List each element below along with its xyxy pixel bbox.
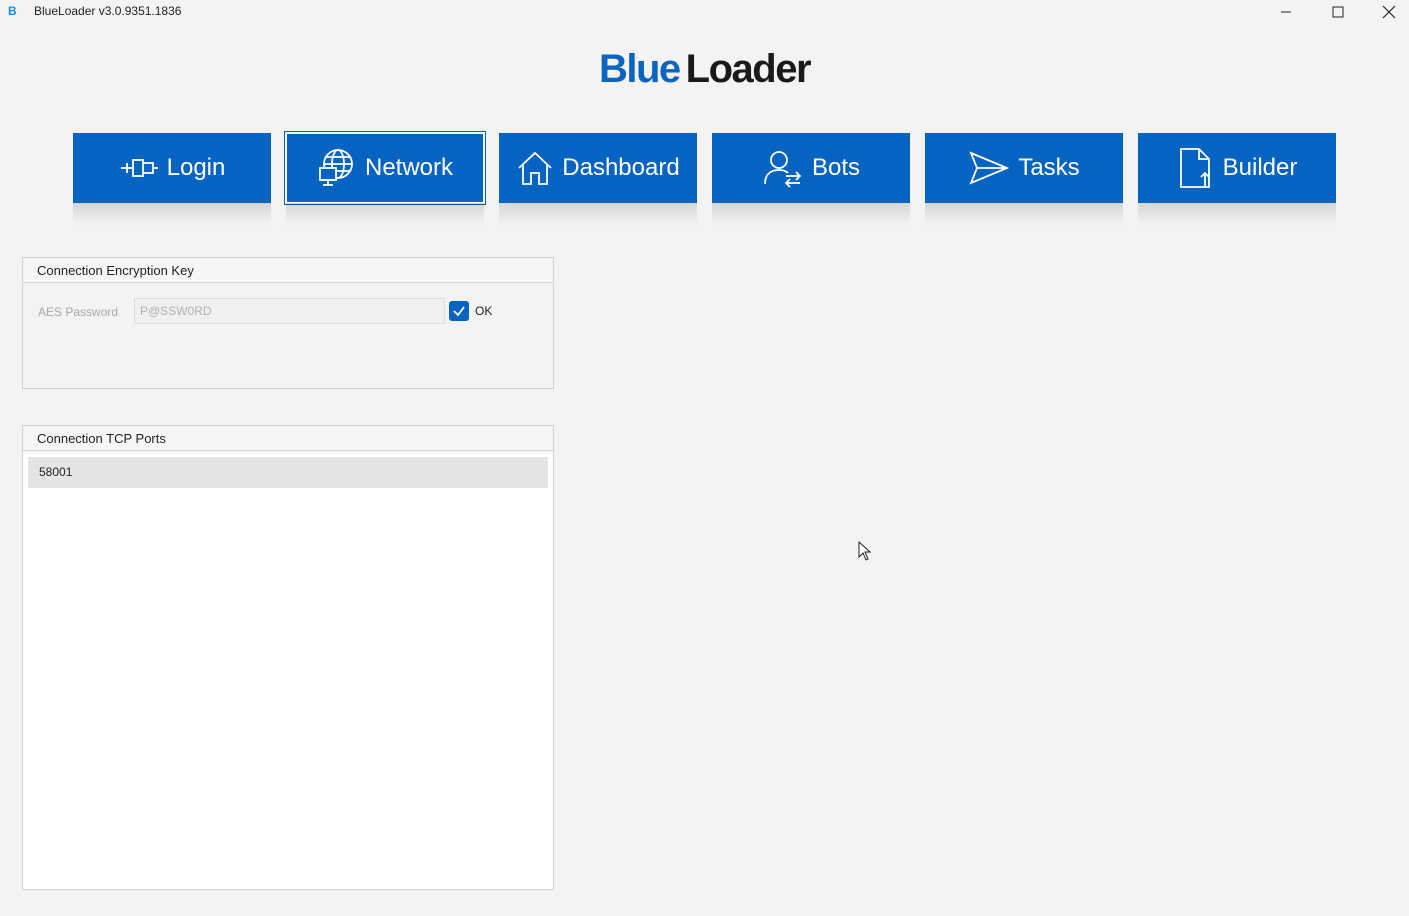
checkmark-icon xyxy=(453,306,465,317)
encryption-group-header: Connection Encryption Key xyxy=(23,258,553,283)
mouse-cursor-icon xyxy=(858,541,872,561)
nav-tasks-button[interactable]: Tasks xyxy=(925,133,1123,225)
user-swap-icon xyxy=(764,151,802,188)
aes-password-input[interactable]: P@SSW0RD xyxy=(134,298,445,324)
tcp-ports-list[interactable]: 58001 xyxy=(23,452,553,889)
tcp-ports-group-header: Connection TCP Ports xyxy=(23,426,553,451)
nav-builder-button[interactable]: Builder xyxy=(1138,133,1336,225)
nav-builder-label: Builder xyxy=(1222,154,1298,181)
close-icon xyxy=(1382,5,1396,19)
list-item[interactable]: 58001 xyxy=(28,457,548,488)
logo-dark-text: Loader xyxy=(685,47,812,91)
nav-network-label: Network xyxy=(364,154,454,181)
encryption-group: Connection Encryption Key AES Password P… xyxy=(22,257,554,389)
tcp-ports-group: Connection TCP Ports 58001 xyxy=(22,425,554,890)
window-title: BlueLoader v3.0.9351.1836 xyxy=(34,4,182,18)
globe-monitor-icon xyxy=(319,149,353,186)
maximize-button[interactable] xyxy=(1315,0,1361,24)
title-bar: B BlueLoader v3.0.9351.1836 xyxy=(0,0,1409,24)
app-icon: B xyxy=(8,4,17,18)
nav-bots-label: Bots xyxy=(811,154,861,181)
nav-dashboard-button[interactable]: Dashboard xyxy=(499,133,697,225)
nav-network-button[interactable]: Network xyxy=(284,131,486,225)
maximize-icon xyxy=(1332,6,1344,18)
close-button[interactable] xyxy=(1366,0,1409,24)
file-upload-icon xyxy=(1179,148,1210,188)
minimize-icon xyxy=(1281,11,1291,13)
logo-blue-text: Blue xyxy=(598,47,681,91)
nav-login-button[interactable]: Login xyxy=(73,133,271,225)
plug-icon xyxy=(120,159,158,177)
nav-login-label: Login xyxy=(166,154,226,181)
ok-label[interactable]: OK xyxy=(475,304,492,318)
minimize-button[interactable] xyxy=(1263,0,1309,24)
nav-tasks-label: Tasks xyxy=(1018,154,1080,181)
send-icon xyxy=(969,151,1010,185)
home-icon xyxy=(518,151,552,185)
ok-checkbox[interactable] xyxy=(449,301,469,321)
nav-dashboard-label: Dashboard xyxy=(562,154,680,181)
nav-bots-button[interactable]: Bots xyxy=(712,133,910,225)
aes-password-label: AES Password xyxy=(38,305,119,319)
app-logo: Blue Loader xyxy=(0,44,1409,94)
